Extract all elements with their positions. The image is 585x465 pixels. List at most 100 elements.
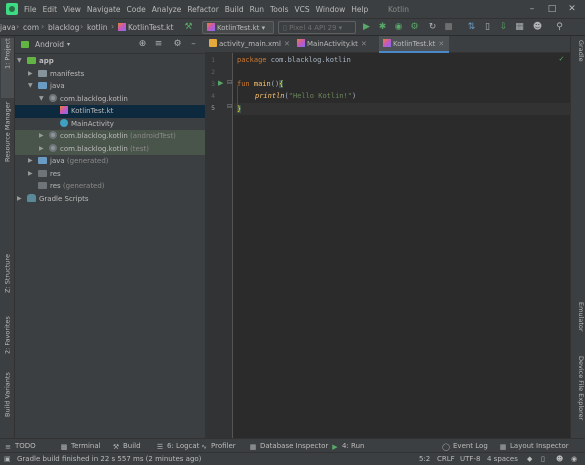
chevron-right-icon[interactable]: ▶ — [28, 168, 33, 181]
notifications-icon[interactable]: ◉ — [571, 455, 577, 464]
gear-icon[interactable]: ⚙ — [172, 39, 183, 50]
chevron-right-icon[interactable]: ▶ — [28, 68, 33, 81]
tab-device-file-explorer[interactable]: Device File Explorer — [572, 356, 585, 436]
tool-tab-logcat[interactable]: ☰ 6: Logcat — [156, 441, 200, 451]
tree-item-package-androidtest[interactable]: ▶ com.blacklog.kotlin (androidTest) — [15, 130, 205, 143]
maximize-icon[interactable]: □ — [546, 3, 558, 15]
chevron-right-icon[interactable]: ▶ — [39, 143, 44, 156]
chevron-down-icon[interactable]: ▼ — [17, 55, 22, 68]
tab-emulator[interactable]: Emulator — [572, 302, 585, 348]
tool-tab-run[interactable]: ▶ 4: Run — [331, 441, 364, 451]
user-icon[interactable]: ☻ — [532, 22, 543, 33]
chevron-right-icon[interactable]: ▶ — [17, 193, 22, 206]
menu-analyze[interactable]: Analyze — [152, 5, 182, 14]
tab-resource-manager[interactable]: Resource Manager — [1, 102, 14, 198]
run-config-select[interactable]: KotlinTest.kt ▾ — [202, 21, 274, 34]
menu-file[interactable]: File — [24, 5, 37, 14]
menu-build[interactable]: Build — [225, 5, 244, 14]
lock-icon[interactable]: ◆ — [527, 455, 532, 464]
tab-gradle[interactable]: Gradle — [572, 40, 585, 74]
collapse-all-icon[interactable]: ≡ — [153, 39, 164, 50]
tool-tab-layout-inspector[interactable]: ▦ Layout Inspector — [499, 441, 569, 451]
tree-item-gradle-scripts[interactable]: ▶ Gradle Scripts — [15, 193, 205, 206]
menu-run[interactable]: Run — [250, 5, 264, 14]
chevron-right-icon[interactable]: ▶ — [39, 130, 44, 143]
breadcrumb-kotlin[interactable]: kotlin — [87, 23, 108, 32]
profile-icon[interactable]: ◉ — [393, 22, 404, 33]
tab-structure[interactable]: Z: Structure — [1, 254, 14, 310]
tool-tab-database-inspector[interactable]: ▦ Database Inspector — [249, 441, 329, 451]
tool-tab-todo[interactable]: ≡ TODO — [4, 441, 36, 451]
tool-tab-event-log[interactable]: ◯ Event Log — [442, 441, 488, 451]
tree-item-manifests[interactable]: ▶ manifests — [15, 68, 205, 81]
apply-changes-icon[interactable]: ↻ — [427, 22, 438, 33]
fold-icon[interactable]: ⊟ — [227, 79, 232, 86]
hector-icon[interactable]: ☻ — [556, 455, 563, 464]
debug-icon[interactable]: ✱ — [377, 22, 388, 33]
close-icon[interactable]: ✕ — [566, 3, 578, 15]
tab-gradle-label: Gradle — [577, 40, 585, 62]
layout-inspector-icon[interactable]: ▦ — [514, 22, 525, 33]
chevron-right-icon[interactable]: ▶ — [28, 155, 33, 168]
chevron-down-icon[interactable]: ▾ — [67, 41, 70, 48]
close-icon[interactable]: ✕ — [438, 40, 444, 48]
tree-item-java-generated[interactable]: ▶ java (generated) — [15, 155, 205, 168]
status-message[interactable]: Gradle build finished in 22 s 557 ms (2 … — [17, 455, 201, 464]
minimize-icon[interactable]: – — [526, 3, 538, 15]
device-select[interactable]: ▯ Pixel 4 API 29 ▾ — [278, 21, 356, 34]
breadcrumb-blacklog[interactable]: blacklog — [48, 23, 79, 32]
tab-favorites[interactable]: 2: Favorites — [1, 316, 14, 364]
tab-project[interactable]: 1: Project — [1, 38, 14, 98]
menu-window[interactable]: Window — [316, 5, 346, 14]
locate-icon[interactable]: ⊕ — [137, 39, 148, 50]
run-icon[interactable]: ▶ — [361, 22, 372, 33]
tool-tab-build[interactable]: ⚒ Build — [112, 441, 141, 451]
cursor-position[interactable]: 5:2 — [419, 455, 430, 464]
breadcrumb-com[interactable]: com — [23, 23, 39, 32]
tab-kotlintest-kt[interactable]: KotlinTest.kt ✕ — [379, 36, 449, 53]
tree-item-package-test[interactable]: ▶ com.blacklog.kotlin (test) — [15, 142, 205, 156]
tree-item-mainactivity[interactable]: MainActivity — [15, 118, 205, 131]
tool-tab-terminal[interactable]: ▩ Terminal — [60, 441, 101, 451]
close-icon[interactable]: ✕ — [284, 40, 290, 48]
chevron-down-icon[interactable]: ▼ — [28, 80, 33, 93]
line-number: 5 — [211, 104, 215, 112]
tab-mainactivity-kt[interactable]: MainActivity.kt ✕ — [293, 36, 377, 53]
menu-vcs[interactable]: VCS — [294, 5, 309, 14]
tree-item-res[interactable]: ▶ res — [15, 168, 205, 181]
tab-activity-main-xml[interactable]: activity_main.xml ✕ — [205, 36, 291, 53]
menu-code[interactable]: Code — [127, 5, 146, 14]
tab-build-variants[interactable]: Build Variants — [1, 372, 14, 428]
project-view-select[interactable]: Android — [35, 40, 64, 49]
code-editor[interactable]: package com.blacklog.kotlin fun main(){ … — [234, 53, 570, 438]
menu-view[interactable]: View — [63, 5, 81, 14]
run-gutter-icon[interactable]: ▶ — [218, 79, 223, 87]
tree-item-res-generated[interactable]: res (generated) — [15, 180, 205, 193]
menu-refactor[interactable]: Refactor — [187, 5, 218, 14]
file-encoding[interactable]: UTF-8 — [460, 455, 480, 464]
tree-item-app[interactable]: ▼ app — [15, 55, 205, 68]
hammer-icon[interactable]: ⚒ — [183, 22, 194, 33]
menu-navigate[interactable]: Navigate — [87, 5, 121, 14]
menu-tools[interactable]: Tools — [270, 5, 288, 14]
stop-icon[interactable]: ■ — [443, 22, 454, 33]
menu-edit[interactable]: Edit — [43, 5, 58, 14]
menu-help[interactable]: Help — [351, 5, 368, 14]
search-icon[interactable]: ⚲ — [554, 22, 565, 33]
indent-setting[interactable]: 4 spaces — [487, 455, 518, 464]
close-icon[interactable]: ✕ — [361, 40, 367, 48]
line-separator[interactable]: CRLF — [437, 455, 455, 464]
tree-item-kotlintest[interactable]: KotlinTest.kt — [15, 105, 205, 118]
tree-item-java[interactable]: ▼ java — [15, 80, 205, 93]
breadcrumb-file[interactable]: KotlinTest.kt — [118, 23, 173, 32]
sync-gradle-icon[interactable]: ⇅ — [466, 22, 477, 33]
chevron-down-icon[interactable]: ▼ — [39, 93, 44, 106]
fold-icon[interactable]: ⊟ — [227, 103, 232, 110]
hide-panel-icon[interactable]: – — [188, 39, 199, 50]
avd-manager-icon[interactable]: ▯ — [482, 22, 493, 33]
breadcrumb-java[interactable]: java — [0, 23, 16, 32]
sdk-manager-icon[interactable]: ⇩ — [498, 22, 509, 33]
attach-debugger-icon[interactable]: ⚙ — [409, 22, 420, 33]
tool-tab-profiler[interactable]: ∿ Profiler — [200, 441, 236, 451]
tree-item-package[interactable]: ▼ com.blacklog.kotlin — [15, 93, 205, 106]
